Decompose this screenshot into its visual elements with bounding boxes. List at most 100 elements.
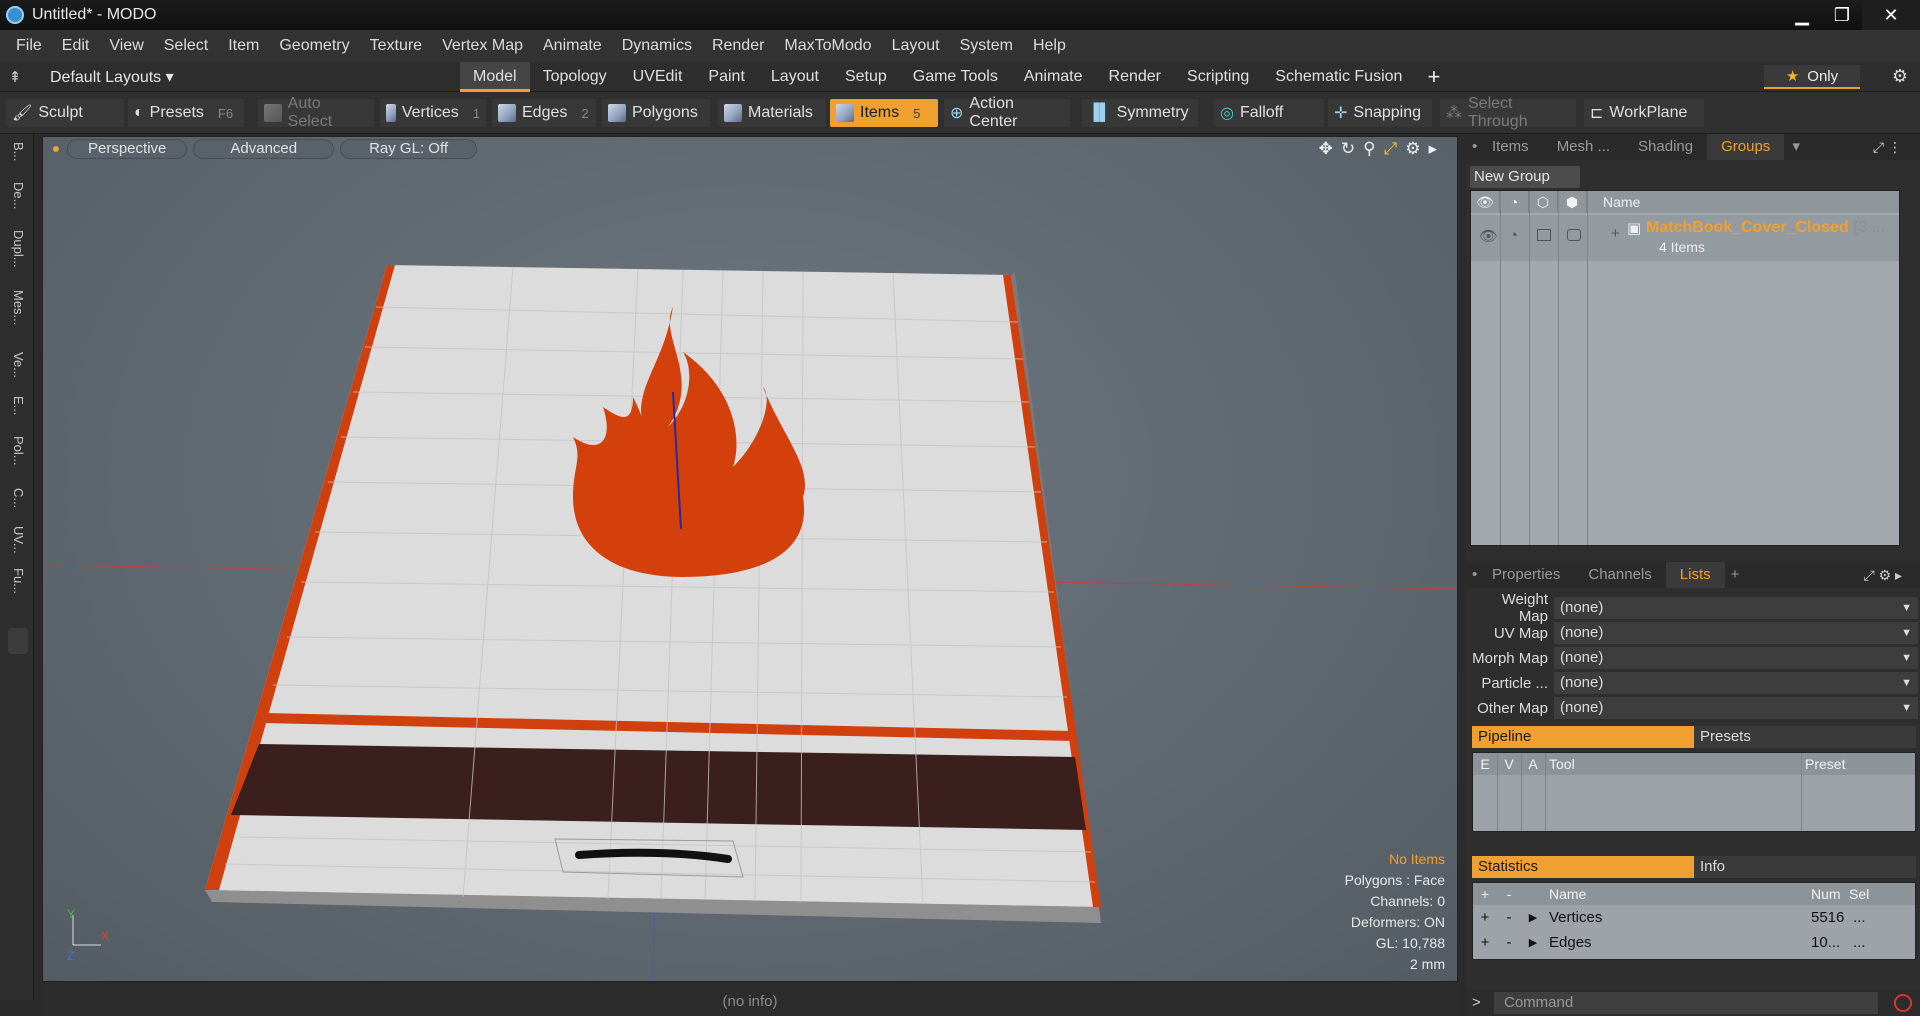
- particle-map-row[interactable]: Particle ... (none): [1470, 671, 1918, 695]
- weight-map-row[interactable]: Weight Map (none): [1470, 591, 1918, 625]
- close-button[interactable]: ✕: [1862, 0, 1920, 30]
- row-add-icon[interactable]: +: [1473, 934, 1497, 951]
- panel-expand-icon[interactable]: ⤢ ⋮: [1859, 134, 1916, 160]
- rotate-icon[interactable]: ↻: [1341, 139, 1355, 159]
- menu-texture[interactable]: Texture: [360, 37, 432, 55]
- tab-layout[interactable]: Layout: [758, 62, 832, 92]
- workplane-button[interactable]: ⊏ WorkPlane: [1584, 99, 1704, 127]
- command-input[interactable]: Command: [1494, 992, 1878, 1014]
- left-tab-deform[interactable]: De...: [8, 182, 26, 209]
- tab-groups[interactable]: Groups: [1707, 134, 1785, 160]
- left-tab-curve[interactable]: C...: [8, 488, 26, 508]
- maximize-button[interactable]: ❐: [1822, 0, 1862, 30]
- row-add-icon[interactable]: +: [1473, 909, 1497, 926]
- pipeline-table[interactable]: E V A Tool Preset: [1472, 752, 1916, 832]
- layout-pin-icon[interactable]: ⇞: [0, 68, 30, 86]
- row-remove-icon[interactable]: -: [1497, 909, 1521, 926]
- sculpt-button[interactable]: 🖌 Sculpt: [6, 99, 124, 127]
- menu-animate[interactable]: Animate: [533, 37, 612, 55]
- tab-statistics[interactable]: Statistics: [1472, 856, 1694, 878]
- zoom-icon[interactable]: ⚲: [1363, 139, 1375, 159]
- uv-map-select[interactable]: (none): [1554, 622, 1918, 644]
- tab-pipeline[interactable]: Pipeline: [1472, 726, 1694, 748]
- pan-icon[interactable]: ✥: [1319, 139, 1333, 159]
- other-map-row[interactable]: Other Map (none): [1470, 696, 1918, 720]
- left-tab-fusion[interactable]: Fu...: [8, 568, 26, 594]
- menu-vertex-map[interactable]: Vertex Map: [432, 37, 533, 55]
- left-tab-duplicate[interactable]: Dupl...: [8, 230, 26, 268]
- tab-mesh[interactable]: Mesh ...: [1543, 134, 1624, 160]
- symmetry-button[interactable]: ▐▌ Symmetry: [1082, 99, 1198, 127]
- table-row[interactable]: + - ▶ Edges 10... ...: [1473, 930, 1915, 955]
- default-layouts-dropdown[interactable]: Default Layouts ▾: [30, 67, 188, 87]
- items-button[interactable]: Items 5: [830, 99, 938, 127]
- tab-properties[interactable]: Properties: [1478, 562, 1574, 588]
- menu-layout[interactable]: Layout: [882, 37, 950, 55]
- menu-view[interactable]: View: [99, 37, 153, 55]
- menu-select[interactable]: Select: [154, 37, 218, 55]
- tab-uvedit[interactable]: UVEdit: [620, 62, 696, 92]
- tab-shading[interactable]: Shading: [1624, 134, 1707, 160]
- tab-paint[interactable]: Paint: [695, 62, 757, 92]
- tab-game-tools[interactable]: Game Tools: [900, 62, 1011, 92]
- menu-help[interactable]: Help: [1023, 37, 1076, 55]
- tab-render[interactable]: Render: [1096, 62, 1174, 92]
- action-center-button[interactable]: ⊕ Action Center: [944, 95, 1070, 130]
- groups-list[interactable]: 👁 ◔ ⬡ ⬢ Name 👁 ◔ + ▣ MatchBook_Cover_Clo…: [1470, 190, 1900, 546]
- tab-scripting[interactable]: Scripting: [1174, 62, 1262, 92]
- tab-channels[interactable]: Channels: [1574, 562, 1665, 588]
- tab-topology[interactable]: Topology: [530, 62, 620, 92]
- row-lock-icon[interactable]: [1537, 229, 1551, 241]
- viewport-scene[interactable]: [43, 137, 1458, 982]
- left-tab-polygon[interactable]: Pol...: [8, 436, 26, 466]
- viewport-gear-icon[interactable]: ⚙: [1405, 139, 1420, 159]
- fit-icon[interactable]: ⤢: [1384, 139, 1398, 159]
- menu-geometry[interactable]: Geometry: [269, 37, 359, 55]
- tab-items[interactable]: Items: [1478, 134, 1543, 160]
- only-button[interactable]: ★ Only: [1764, 65, 1860, 89]
- table-row[interactable]: + - ▶ Vertices 5516 ...: [1473, 905, 1915, 930]
- record-icon[interactable]: [1894, 994, 1912, 1012]
- tab-schematic-fusion[interactable]: Schematic Fusion: [1262, 62, 1415, 92]
- minimize-button[interactable]: ▁: [1782, 0, 1822, 30]
- row-remove-icon[interactable]: -: [1497, 934, 1521, 951]
- menu-item[interactable]: Item: [218, 37, 269, 55]
- row-eye-icon[interactable]: 👁: [1479, 227, 1498, 245]
- row-select-icon[interactable]: [1567, 229, 1581, 241]
- vertices-button[interactable]: Vertices 1: [380, 99, 486, 127]
- new-group-button[interactable]: New Group: [1470, 166, 1580, 188]
- menu-edit[interactable]: Edit: [52, 37, 100, 55]
- particle-map-select[interactable]: (none): [1554, 672, 1918, 694]
- tab-model[interactable]: Model: [460, 62, 530, 92]
- menu-dynamics[interactable]: Dynamics: [612, 37, 702, 55]
- left-tab-edge[interactable]: E...: [8, 396, 26, 416]
- left-tab-uv[interactable]: UV...: [8, 526, 26, 554]
- select-through-button[interactable]: ⁂ Select Through: [1440, 95, 1576, 130]
- add-panel-tab-icon[interactable]: +: [1725, 562, 1746, 588]
- left-tab-basic[interactable]: B...: [8, 142, 26, 162]
- tab-lists[interactable]: Lists: [1665, 562, 1725, 588]
- tab-info[interactable]: Info: [1694, 856, 1916, 878]
- raygl-toggle[interactable]: Ray GL: Off: [340, 139, 478, 159]
- morph-map-row[interactable]: Morph Map (none): [1470, 646, 1918, 670]
- add-tab-button[interactable]: +: [1415, 62, 1452, 92]
- statistics-table[interactable]: + - Name Num Sel + - ▶ Vertices 5516 ...…: [1472, 882, 1916, 960]
- command-arrow-icon[interactable]: >: [1472, 994, 1481, 1011]
- left-tab-mesh[interactable]: Mes...: [8, 290, 26, 325]
- presets-button[interactable]: ◐ Presets F6: [128, 99, 244, 127]
- polygons-button[interactable]: Polygons: [602, 99, 710, 127]
- 3d-viewport[interactable]: Perspective Advanced Ray GL: Off ✥ ↻ ⚲ ⤢…: [42, 136, 1458, 982]
- weight-map-select[interactable]: (none): [1554, 597, 1918, 619]
- menu-file[interactable]: File: [6, 37, 52, 55]
- expand-icon[interactable]: +: [1611, 225, 1620, 242]
- shading-dropdown[interactable]: Advanced: [193, 139, 335, 159]
- gear-icon[interactable]: ⚙: [1892, 66, 1908, 87]
- row-expand-icon[interactable]: ▶: [1521, 936, 1545, 949]
- falloff-button[interactable]: ◎ Falloff: [1214, 99, 1324, 127]
- tab-animate[interactable]: Animate: [1011, 62, 1096, 92]
- uv-map-row[interactable]: UV Map (none): [1470, 621, 1918, 645]
- perspective-dropdown[interactable]: Perspective: [67, 139, 188, 159]
- snapping-button[interactable]: ✛ Snapping: [1328, 99, 1432, 127]
- tabs-dropdown-icon[interactable]: ▾: [1784, 134, 1808, 160]
- morph-map-select[interactable]: (none): [1554, 647, 1918, 669]
